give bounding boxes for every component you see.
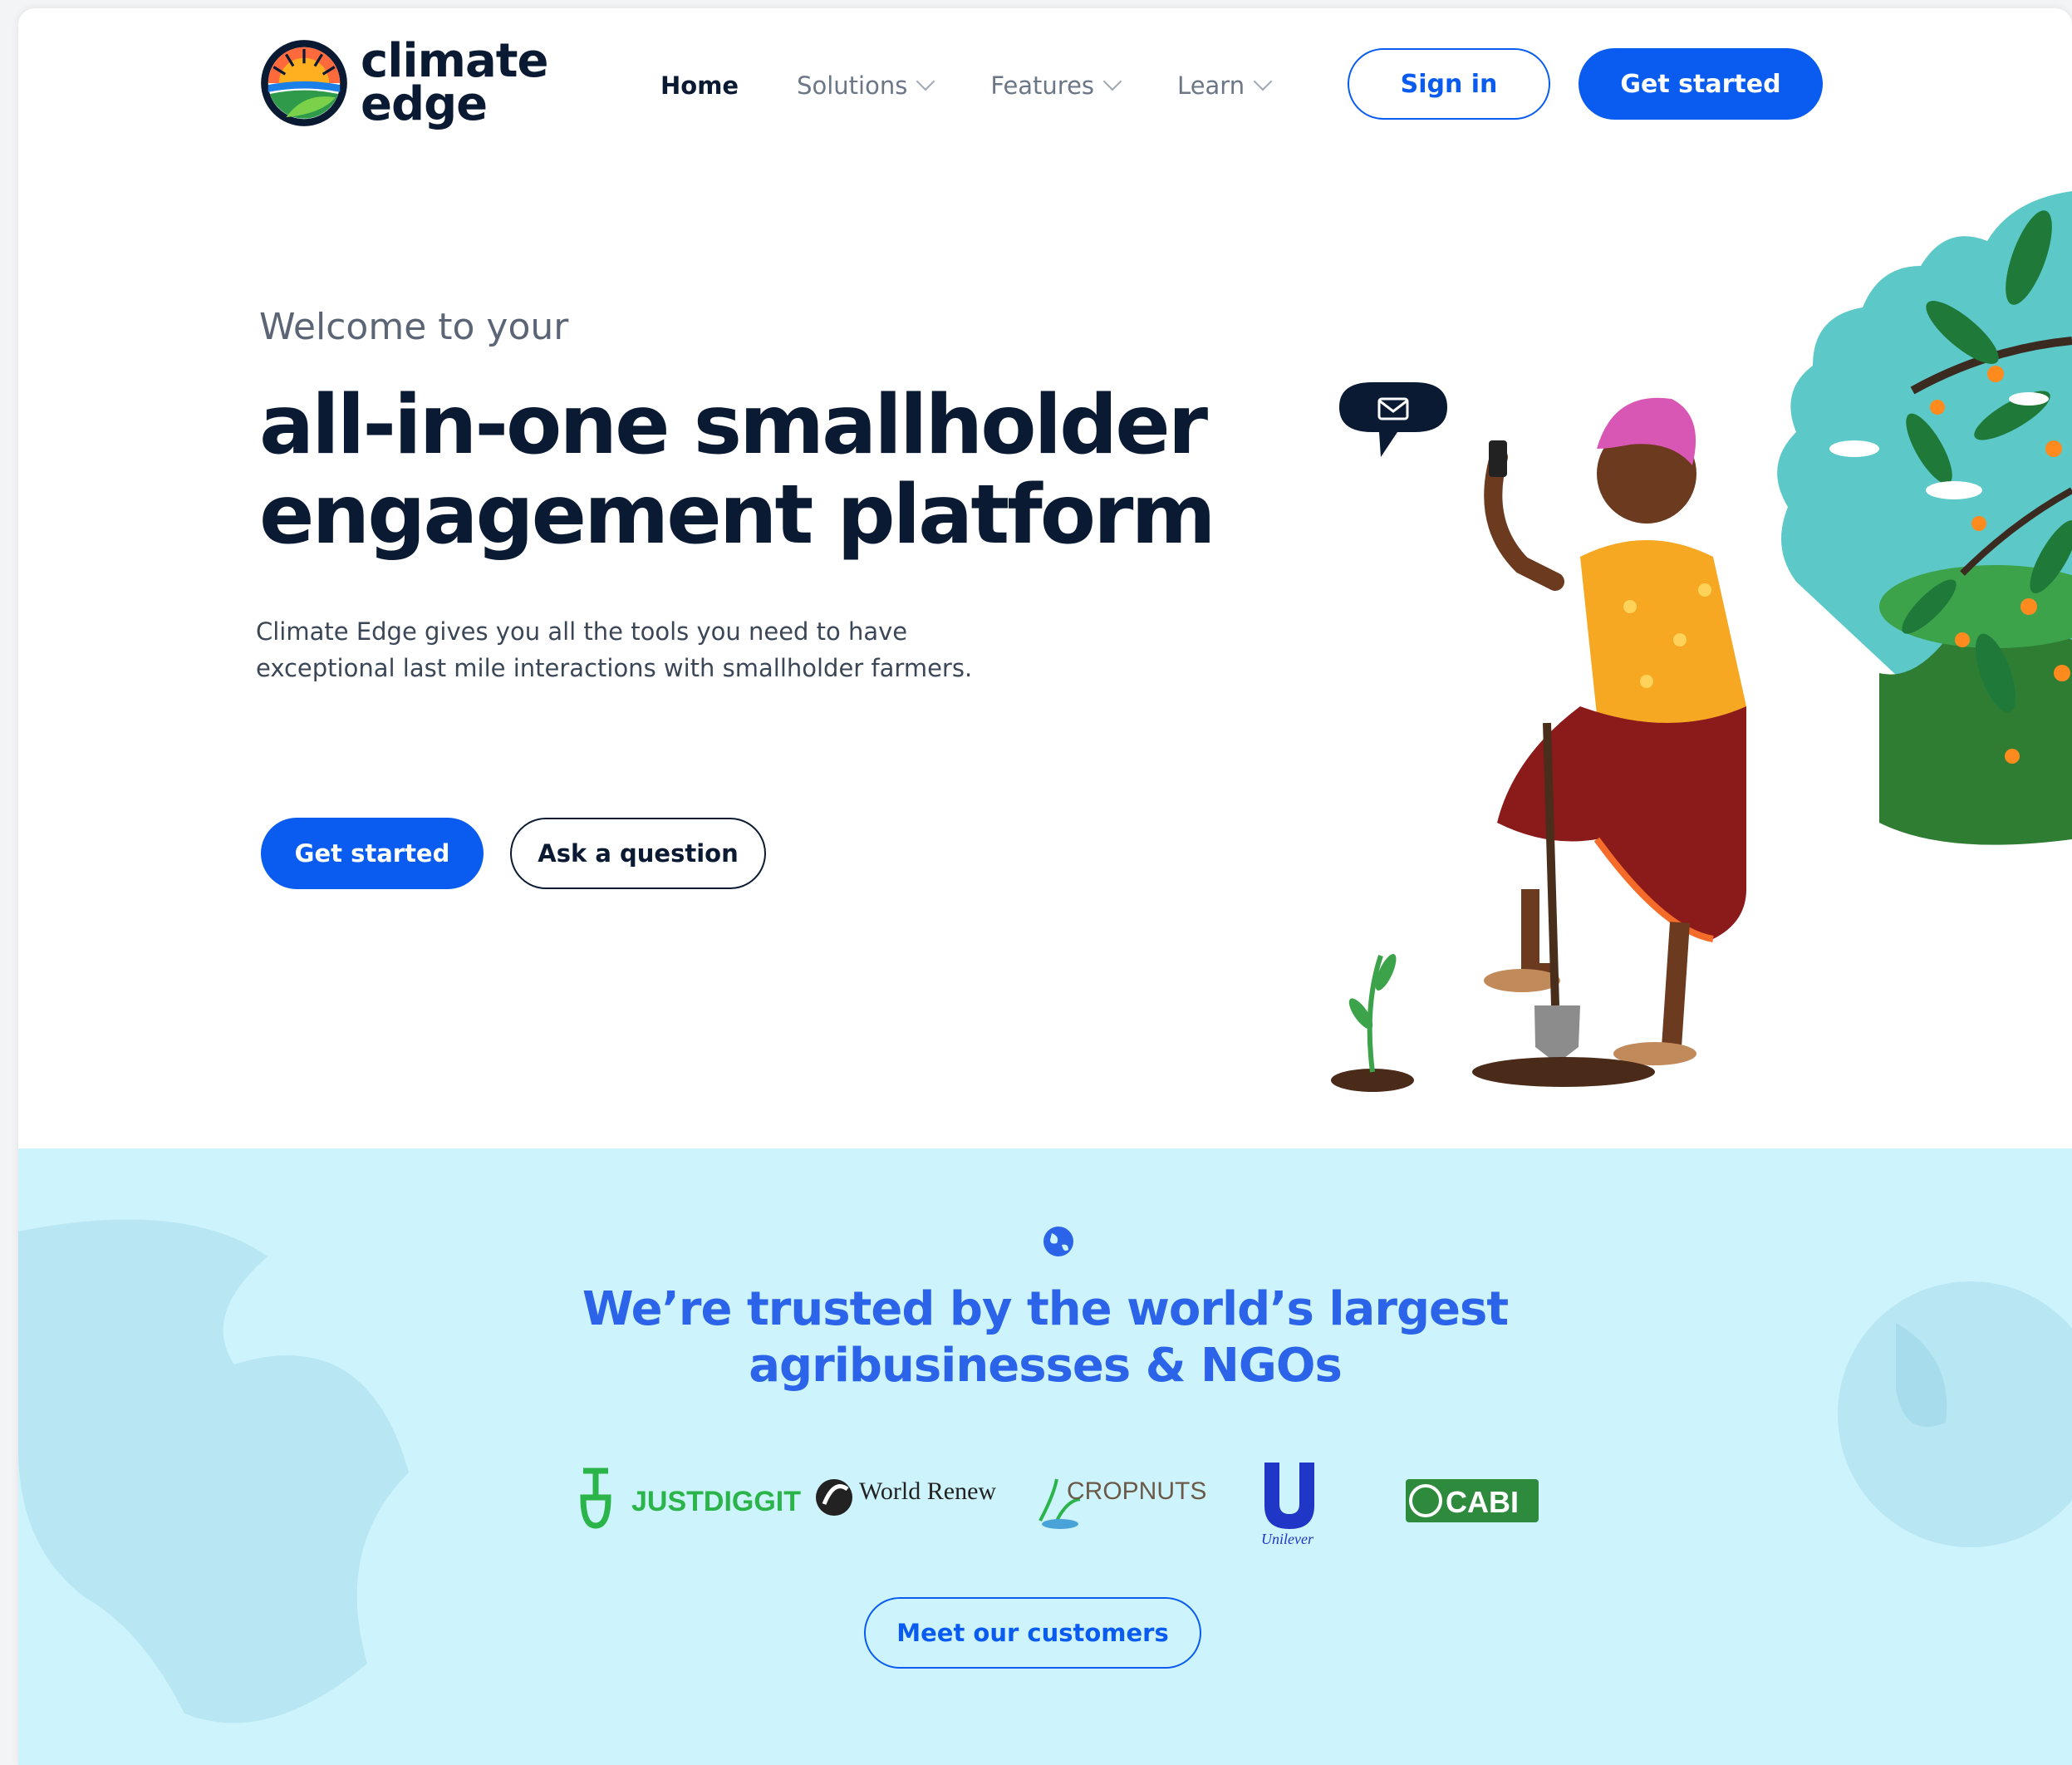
brand-logo[interactable]: climate edge bbox=[259, 38, 548, 131]
nav-item-label: Learn bbox=[1177, 71, 1245, 100]
hero-subtext-line1: Climate Edge gives you all the tools you… bbox=[256, 617, 908, 646]
hero-headline-line1: all-in-one smallholder bbox=[259, 378, 1208, 473]
customer-logos: JUSTDIGGIT World Renew CROPNUTS Unilever bbox=[580, 1463, 1539, 1546]
nav-item-features[interactable]: Features bbox=[990, 71, 1122, 100]
logo-label-0: JUSTDIGGIT bbox=[631, 1486, 801, 1517]
chevron-down-icon bbox=[916, 71, 935, 91]
nav-item-solutions[interactable]: Solutions bbox=[797, 71, 935, 100]
nav-item-label: Home bbox=[660, 71, 739, 100]
ask-question-button[interactable]: Ask a question bbox=[510, 818, 766, 889]
climate-edge-logo-icon bbox=[261, 40, 347, 126]
brand-wordmark: climate edge bbox=[361, 38, 548, 131]
hero-eyebrow: Welcome to your bbox=[259, 306, 569, 348]
cabi-logo: CABI bbox=[1406, 1479, 1539, 1522]
nav-item-home[interactable]: Home bbox=[660, 71, 739, 100]
hero-get-started-button[interactable]: Get started bbox=[261, 818, 484, 889]
world-renew-logo: World Renew bbox=[816, 1477, 996, 1516]
chevron-down-icon bbox=[1253, 71, 1273, 91]
logo-label-2: CROPNUTS bbox=[1067, 1477, 1206, 1505]
nav-item-label: Features bbox=[990, 71, 1095, 100]
hero-subtext: Climate Edge gives you all the tools you… bbox=[256, 613, 1053, 686]
trusted-title-line1: We’re trusted by the world’s largest bbox=[582, 1282, 1509, 1336]
header-get-started-button[interactable]: Get started bbox=[1579, 48, 1823, 120]
nav-item-learn[interactable]: Learn bbox=[1177, 71, 1273, 100]
farmer-with-phone-illustration bbox=[1331, 191, 2072, 1092]
logo-label-3: Unilever bbox=[1261, 1531, 1314, 1546]
globe-icon bbox=[1043, 1227, 1073, 1256]
justdiggit-logo: JUSTDIGGIT bbox=[580, 1468, 801, 1529]
logo-label-1: World Renew bbox=[859, 1477, 996, 1505]
meet-customers-button[interactable]: Meet our customers bbox=[864, 1597, 1201, 1669]
brand-name-line2: edge bbox=[361, 77, 488, 131]
unilever-logo: Unilever bbox=[1261, 1463, 1314, 1546]
hero-headline: all-in-one smallholder engagement platfo… bbox=[259, 381, 1339, 560]
cropnuts-logo: CROPNUTS bbox=[1038, 1477, 1206, 1529]
logo-label-4: CABI bbox=[1446, 1485, 1519, 1519]
trusted-title-line2: agribusinesses & NGOs bbox=[749, 1339, 1343, 1393]
hero-headline-line2: engagement platform bbox=[259, 468, 1216, 563]
hero-subtext-line2: exceptional last mile interactions with … bbox=[256, 654, 973, 682]
nav-item-label: Solutions bbox=[797, 71, 908, 100]
page: climate edge Home Solutions Features Lea… bbox=[18, 8, 2072, 1765]
chevron-down-icon bbox=[1102, 71, 1122, 91]
main-nav: Home Solutions Features Learn bbox=[660, 71, 1328, 100]
trusted-section: We’re trusted by the world’s largest agr… bbox=[18, 1148, 2072, 1765]
trusted-title: We’re trusted by the world’s largest agr… bbox=[18, 1281, 2072, 1394]
sign-in-button[interactable]: Sign in bbox=[1348, 48, 1550, 120]
